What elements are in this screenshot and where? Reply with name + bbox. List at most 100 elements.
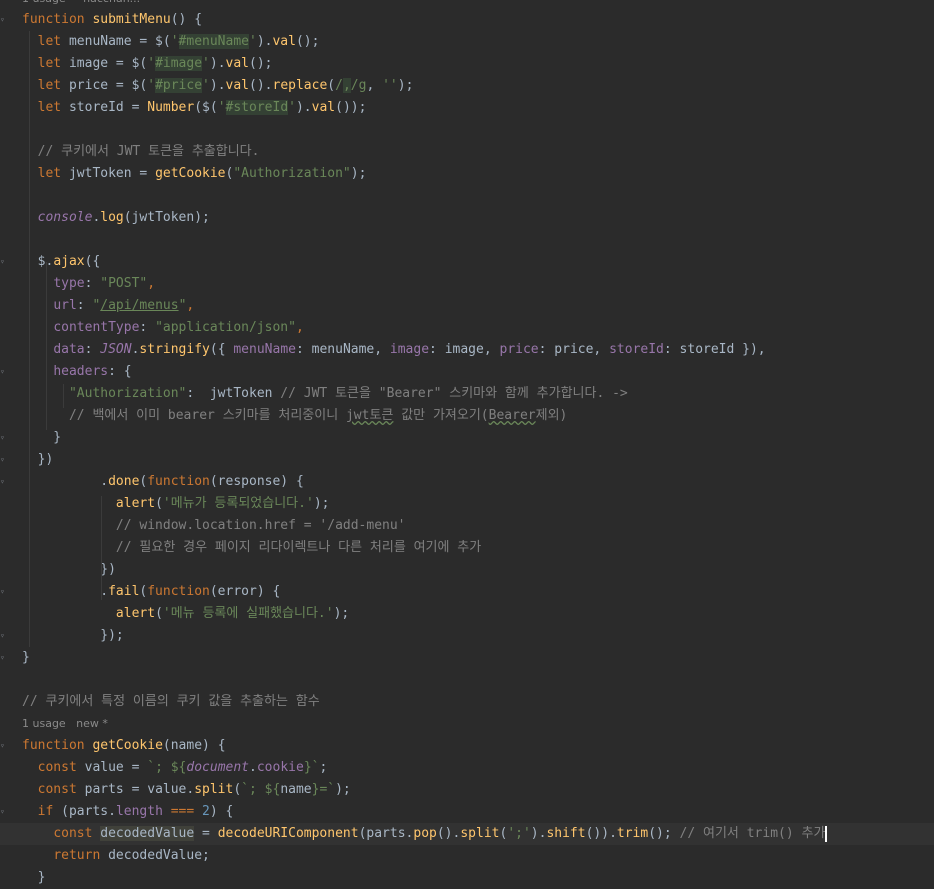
code-line[interactable]: console.log(jwtToken); (22, 207, 210, 229)
code-token: name (280, 782, 312, 797)
code-line[interactable]: } (22, 867, 46, 889)
code-token: ); (350, 166, 367, 181)
code-token: "application/json" (155, 320, 296, 335)
code-token: shift (546, 826, 586, 841)
code-line[interactable]: url: "/api/menus", (22, 295, 194, 317)
fold-marker-icon[interactable]: ▿ (0, 588, 6, 596)
code-token: ( (233, 782, 242, 797)
code-line[interactable]: alert('메뉴가 등록되었습니다.'); (22, 493, 330, 515)
code-editor[interactable]: ▿▿▿▿▿▿▿▿▿▿▿ 1 usage · hacchan... functio… (0, 0, 934, 885)
code-line[interactable]: alert('메뉴 등록에 실패했습니다.'); (22, 603, 349, 625)
code-token: ' (202, 78, 210, 93)
code-line[interactable]: let storeId = Number($('#storeId').val()… (22, 97, 366, 119)
code-line[interactable]: headers: { (22, 361, 131, 383)
code-token: : image, (429, 342, 500, 357)
fold-marker-icon[interactable]: ▿ (0, 478, 6, 486)
code-line[interactable]: "Authorization": jwtToken // JWT 토큰을 "Be… (22, 383, 628, 405)
code-token: 값만 가져오기( (393, 408, 489, 423)
code-line[interactable]: // 쿠키에서 특정 이름의 쿠키 값을 추출하는 함수 (22, 691, 320, 713)
code-token: ); (397, 78, 414, 93)
code-token: pop (413, 826, 437, 841)
code-token: ' (147, 56, 156, 71)
code-token: (). (249, 78, 273, 93)
code-line[interactable]: let price = $('#price').val().replace(/,… (22, 75, 413, 97)
code-line[interactable]: contentType: "application/json", (22, 317, 303, 339)
fold-marker-icon[interactable]: ▿ (0, 258, 6, 266)
code-line[interactable]: } (22, 427, 61, 449)
code-line[interactable]: .fail(function(error) { (22, 581, 280, 603)
code-token: ajax (53, 254, 85, 269)
code-token: ';' (507, 826, 531, 841)
code-token: // 쿠키에서 특정 이름의 쿠키 값을 추출하는 함수 (22, 694, 320, 709)
code-token: submitMenu (92, 12, 171, 27)
code-token: image = $( (68, 56, 148, 71)
code-token: ); (313, 496, 330, 511)
code-line[interactable]: }) (22, 449, 54, 471)
code-line-current[interactable]: const decodedValue = decodeURIComponent(… (0, 823, 934, 845)
fold-marker-icon[interactable]: ▿ (0, 434, 6, 442)
code-token: cookie (256, 760, 304, 775)
code-line[interactable]: if (parts.length === 2) { (22, 801, 234, 823)
code-token: (); (648, 826, 680, 841)
code-token: storeId = (68, 100, 148, 115)
fold-marker-icon[interactable]: ▿ (0, 654, 6, 662)
fold-marker-icon[interactable]: ▿ (0, 456, 6, 464)
code-token: alert (115, 606, 156, 621)
fold-marker-icon[interactable]: ▿ (0, 632, 6, 640)
code-token: /api/menus (100, 298, 179, 313)
code-line[interactable]: } (22, 647, 30, 669)
code-line[interactable]: const value = `; ${document.cookie}`; (22, 757, 328, 779)
code-token: ' (170, 34, 179, 49)
code-line[interactable]: // window.location.href = '/add-menu' (22, 515, 406, 537)
code-token: ). (530, 826, 547, 841)
code-token: // 백에서 이미 bearer 스키마를 처리중이니 (68, 408, 346, 423)
code-line[interactable]: let menuName = $('#menuName').val(); (22, 31, 319, 53)
code-token: ({ (209, 342, 234, 357)
code-line[interactable]: // 필요한 경우 페이지 리다이렉트나 다른 처리를 여기에 추가 (22, 537, 481, 559)
usage-hint[interactable]: 1 usage new * (22, 713, 108, 735)
indent-guide (29, 31, 30, 647)
code-token: 2 (202, 804, 210, 819)
code-token: price (499, 342, 539, 357)
code-line[interactable]: return decodedValue; (22, 845, 210, 867)
code-line[interactable]: data: JSON.stringify({ menuName: menuNam… (22, 339, 765, 361)
code-token: ($( (194, 100, 218, 115)
code-token: val (272, 34, 296, 49)
code-token: function (147, 584, 210, 599)
code-token: } (22, 430, 62, 445)
fold-gutter[interactable]: ▿ ▿ ▿ ▿ ▿ ▿ ▿ ▿ ▿ ▿ ▿ (0, 0, 8, 882)
code-token: ()). (585, 826, 617, 841)
code-token: / (335, 78, 343, 93)
code-token: (name) { (162, 738, 226, 753)
code-line[interactable]: const parts = value.split(`; ${name}=`); (22, 779, 351, 801)
code-token: : menuName, (295, 342, 390, 357)
code-token: , (366, 78, 383, 93)
code-token: function (22, 12, 93, 27)
code-token: fail (108, 584, 140, 599)
fold-marker-icon[interactable]: ▿ (0, 16, 6, 24)
code-token: : (76, 298, 93, 313)
code-token: let (37, 100, 69, 115)
code-line[interactable]: // 쿠키에서 JWT 토큰을 추출합니다. (22, 141, 260, 163)
code-line[interactable]: }); (22, 625, 123, 647)
code-token: /g (350, 78, 367, 93)
code-line[interactable]: type: "POST", (22, 273, 155, 295)
code-token: headers (53, 364, 109, 379)
code-line[interactable]: function submitMenu() { (22, 9, 202, 31)
fold-marker-icon[interactable]: ▿ (0, 808, 6, 816)
fold-marker-icon[interactable]: ▿ (0, 368, 6, 376)
code-line[interactable]: function getCookie(name) { (22, 735, 226, 757)
code-token: split (194, 782, 234, 797)
code-line[interactable]: $.ajax({ (22, 251, 101, 273)
code-token: }) (22, 452, 54, 467)
fold-marker-icon[interactable]: ▿ (0, 742, 6, 750)
code-line[interactable]: let jwtToken = getCookie("Authorization"… (22, 163, 367, 185)
code-token: Bearer (488, 408, 536, 423)
code-line[interactable]: let image = $('#image').val(); (22, 53, 273, 75)
code-token: (jwtToken); (123, 210, 210, 225)
code-line[interactable]: .done(function(response) { (22, 471, 304, 493)
code-line[interactable]: // 백에서 이미 bearer 스키마를 처리중이니 jwt토큰 값만 가져오… (22, 405, 567, 427)
